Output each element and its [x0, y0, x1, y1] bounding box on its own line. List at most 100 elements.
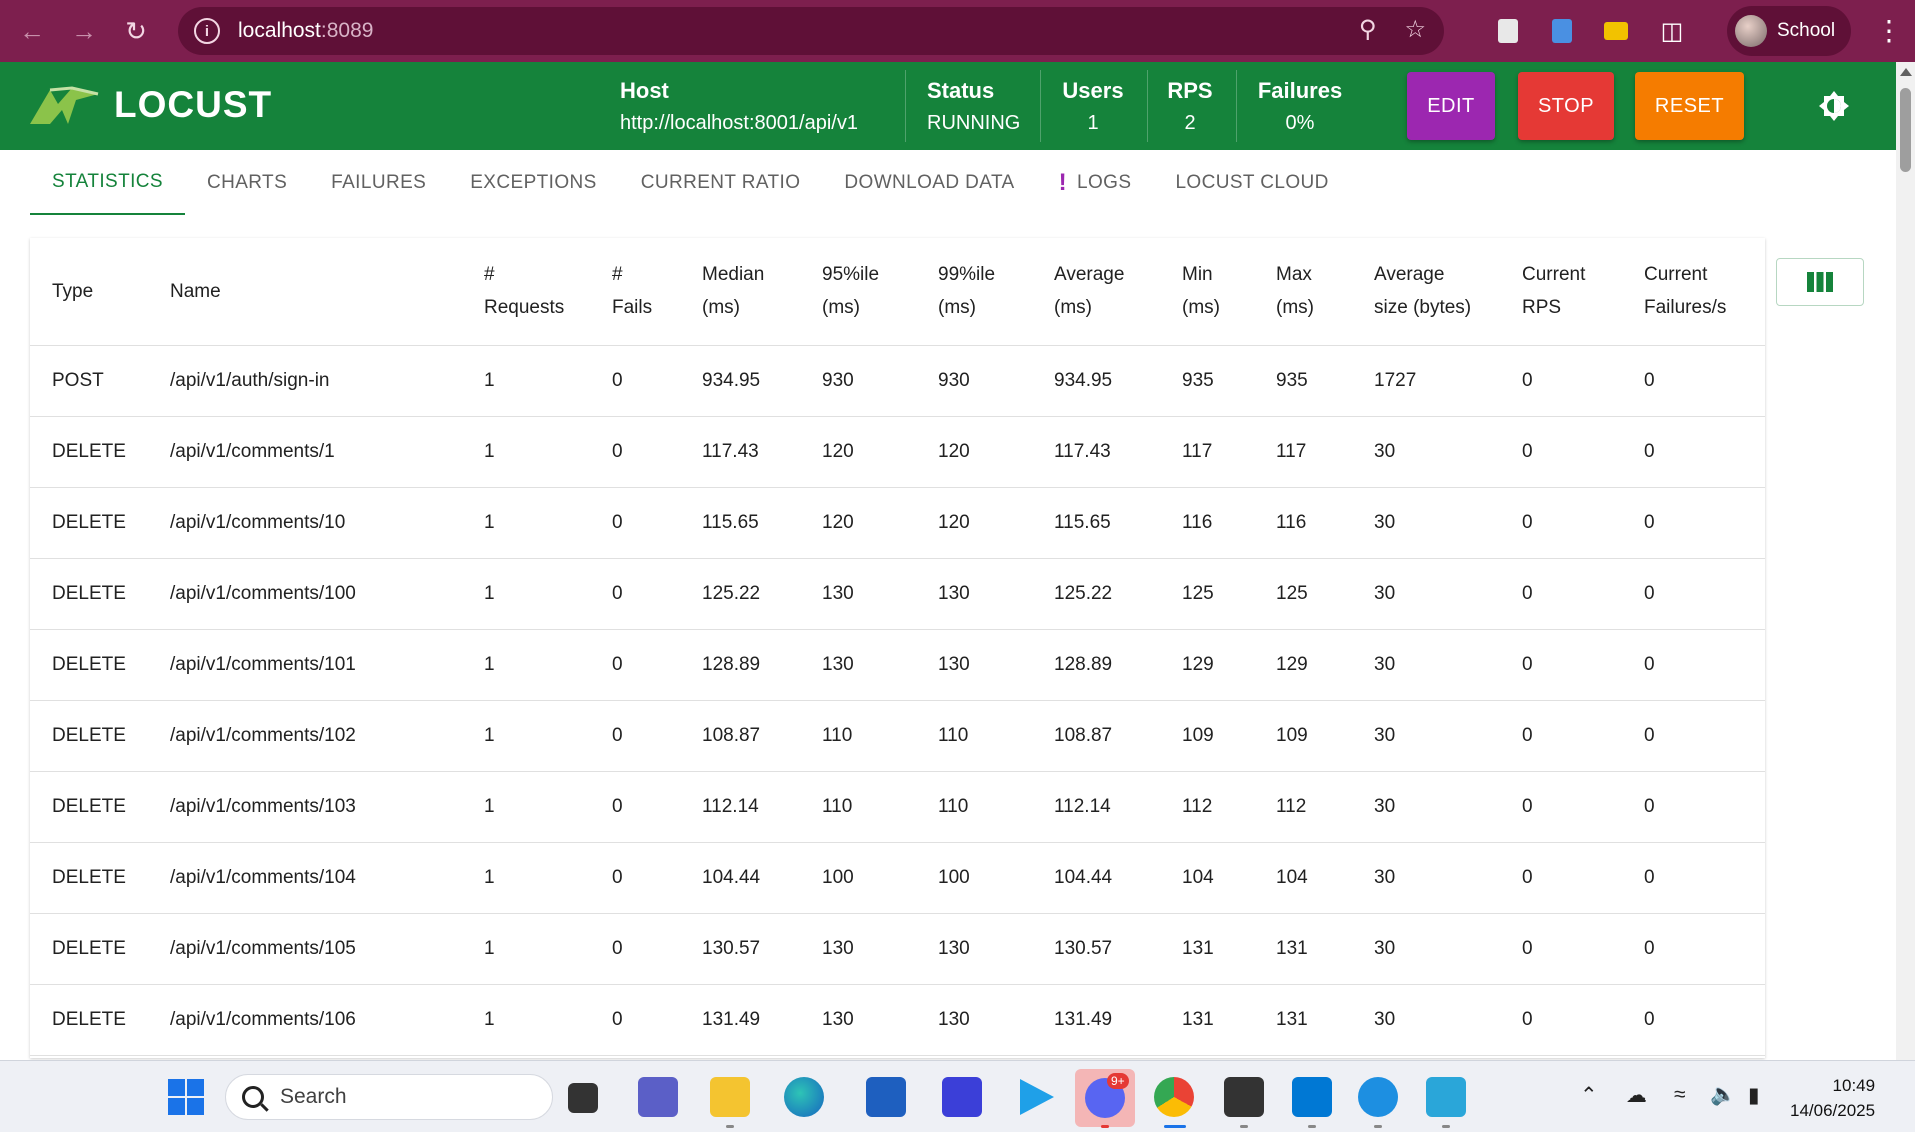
locust-logo[interactable]: LOCUST [28, 84, 272, 126]
warning-icon: ! [1058, 168, 1068, 196]
edit-button[interactable]: EDIT [1407, 72, 1495, 140]
tray-overflow-icon[interactable]: ⌃ [1580, 1083, 1598, 1108]
tab-download-data[interactable]: DOWNLOAD DATA [822, 150, 1036, 215]
column-header[interactable]: 95%ile (ms) [800, 238, 916, 346]
scroll-thumb[interactable] [1900, 88, 1911, 172]
table-cell: 1 [462, 345, 590, 417]
column-header[interactable]: 99%ile (ms) [916, 238, 1032, 346]
table-row[interactable]: DELETE/api/v1/comments/105 1 0 130.57 130 130… [30, 913, 1765, 985]
table-cell: 0 [590, 1055, 680, 1058]
statistics-table: Type Name # Requests # Fails Median (ms) 95%ile(… [30, 238, 1765, 1058]
table-row[interactable]: DELETE/api/v1/comments/100 1 0 125.22 130 130… [30, 558, 1765, 630]
extensions-puzzle-icon[interactable]: ◫ [1654, 13, 1690, 49]
url-text[interactable]: localhost:8089 [238, 19, 373, 43]
teams-icon[interactable] [638, 1077, 678, 1117]
table-cell: 117.43 [680, 416, 800, 488]
tab-charts[interactable]: CHARTS [185, 150, 309, 215]
file-explorer-icon[interactable] [710, 1077, 750, 1117]
tab-failures[interactable]: FAILURES [309, 150, 448, 215]
column-header[interactable]: Type [30, 238, 148, 346]
table-row[interactable]: DELETE/api/v1/comments/101 1 0 128.89 130 130… [30, 629, 1765, 701]
docker-icon[interactable] [1358, 1077, 1398, 1117]
store-icon[interactable] [866, 1077, 906, 1117]
table-cell: 130 [800, 629, 916, 701]
table-row[interactable]: DELETE/api/v1/comments/104 1 0 104.44 100 100… [30, 842, 1765, 914]
play-icon[interactable] [1020, 1079, 1054, 1115]
table-row[interactable]: DELETE/api/v1/comments/10710 [30, 1055, 1765, 1058]
browser-menu-icon[interactable]: ⋮ [1875, 14, 1903, 47]
address-bar[interactable]: i localhost:8089 ⚲ ☆ [178, 7, 1444, 55]
table-cell: 1 [462, 1055, 590, 1058]
table-row[interactable]: DELETE/api/v1/comments/103 1 0 112.14 110 110… [30, 771, 1765, 843]
table-cell: 30 [1352, 629, 1500, 701]
onedrive-icon[interactable]: ☁ [1626, 1083, 1647, 1108]
volume-icon[interactable]: 🔈 [1710, 1083, 1736, 1107]
page-scrollbar[interactable] [1896, 62, 1915, 1060]
table-cell: 1 [462, 558, 590, 630]
zoom-icon[interactable]: ⚲ [1359, 15, 1377, 44]
task-view-icon[interactable] [568, 1083, 598, 1113]
table-cell: 0 [590, 345, 680, 417]
column-header[interactable]: # Requests [462, 238, 590, 346]
table-cell: 0 [1500, 629, 1622, 701]
scroll-up-icon[interactable] [1900, 68, 1912, 76]
table-cell [1160, 1055, 1254, 1058]
table-row[interactable]: DELETE/api/v1/comments/10 1 0 115.65 120 120 1… [30, 487, 1765, 559]
wifi-icon[interactable]: ≈ [1674, 1083, 1686, 1107]
back-icon[interactable]: ← [12, 11, 52, 51]
table-row[interactable]: POST/api/v1/auth/sign-in 1 0 934.95 930 930 93… [30, 345, 1765, 417]
edge-icon[interactable] [784, 1077, 824, 1117]
table-cell [1352, 1055, 1500, 1058]
table-row[interactable]: DELETE/api/v1/comments/106 1 0 131.49 130 130… [30, 984, 1765, 1056]
notepad-icon[interactable] [1426, 1077, 1466, 1117]
table-cell: /api/v1/auth/sign-in [148, 345, 462, 417]
terminal-icon[interactable] [1224, 1077, 1264, 1117]
table-cell: 30 [1352, 558, 1500, 630]
table-header-row: Type Name # Requests # Fails Median (ms) 95%ile(… [30, 238, 1765, 346]
column-header[interactable]: Min (ms) [1160, 238, 1254, 346]
table-cell [680, 1055, 800, 1058]
table-cell: 0 [590, 487, 680, 559]
table-cell: 130.57 [1032, 913, 1160, 985]
vscode-icon[interactable] [1292, 1077, 1332, 1117]
column-header[interactable]: Average size (bytes) [1352, 238, 1500, 346]
theme-toggle-icon[interactable] [1818, 90, 1850, 122]
column-header[interactable]: Name [148, 238, 462, 346]
chrome-icon[interactable] [1154, 1077, 1194, 1117]
site-info-icon[interactable]: i [194, 18, 220, 44]
reset-button[interactable]: RESET [1635, 72, 1744, 140]
battery-icon[interactable]: ▮ [1748, 1083, 1760, 1108]
column-selector-button[interactable] [1776, 258, 1864, 306]
app-m-icon[interactable] [942, 1077, 982, 1117]
table-row[interactable]: DELETE/api/v1/comments/102 1 0 108.87 110 110… [30, 700, 1765, 772]
stop-button[interactable]: STOP [1518, 72, 1614, 140]
tab-exceptions[interactable]: EXCEPTIONS [448, 150, 618, 215]
column-header[interactable]: Current RPS [1500, 238, 1622, 346]
windows-start-icon[interactable] [166, 1077, 206, 1117]
profile-button[interactable]: School [1727, 6, 1851, 56]
column-header[interactable]: Median (ms) [680, 238, 800, 346]
tab-locust-cloud[interactable]: LOCUST CLOUD [1153, 150, 1350, 215]
discord-tile[interactable]: 9+ [1075, 1069, 1135, 1127]
table-cell: 0 [1622, 771, 1765, 843]
tab-current-ratio[interactable]: CURRENT RATIO [619, 150, 823, 215]
taskbar-search-box[interactable]: Search [225, 1074, 553, 1120]
table-cell: 0 [1622, 629, 1765, 701]
column-header[interactable]: Current Failures/s [1622, 238, 1765, 346]
column-header[interactable]: Max (ms) [1254, 238, 1352, 346]
table-cell: DELETE [30, 842, 148, 914]
column-header[interactable]: # Fails [590, 238, 680, 346]
bookmark-star-icon[interactable]: ☆ [1404, 15, 1426, 44]
extension-tag-icon[interactable] [1598, 13, 1634, 49]
system-clock[interactable]: 10:49 14/06/2025 [1790, 1073, 1875, 1123]
column-header[interactable]: Average (ms) [1032, 238, 1160, 346]
table-cell: 112 [1160, 771, 1254, 843]
forward-icon[interactable]: → [64, 11, 104, 51]
table-cell: 112.14 [1032, 771, 1160, 843]
reload-icon[interactable]: ↻ [116, 11, 156, 51]
tab-logs[interactable]: ! LOGS [1037, 150, 1154, 215]
table-row[interactable]: DELETE/api/v1/comments/1 1 0 117.43 120 120 11… [30, 416, 1765, 488]
extension-docs-icon[interactable] [1490, 13, 1526, 49]
extension-copy-icon[interactable] [1544, 13, 1580, 49]
tab-statistics[interactable]: STATISTICS [30, 150, 185, 215]
